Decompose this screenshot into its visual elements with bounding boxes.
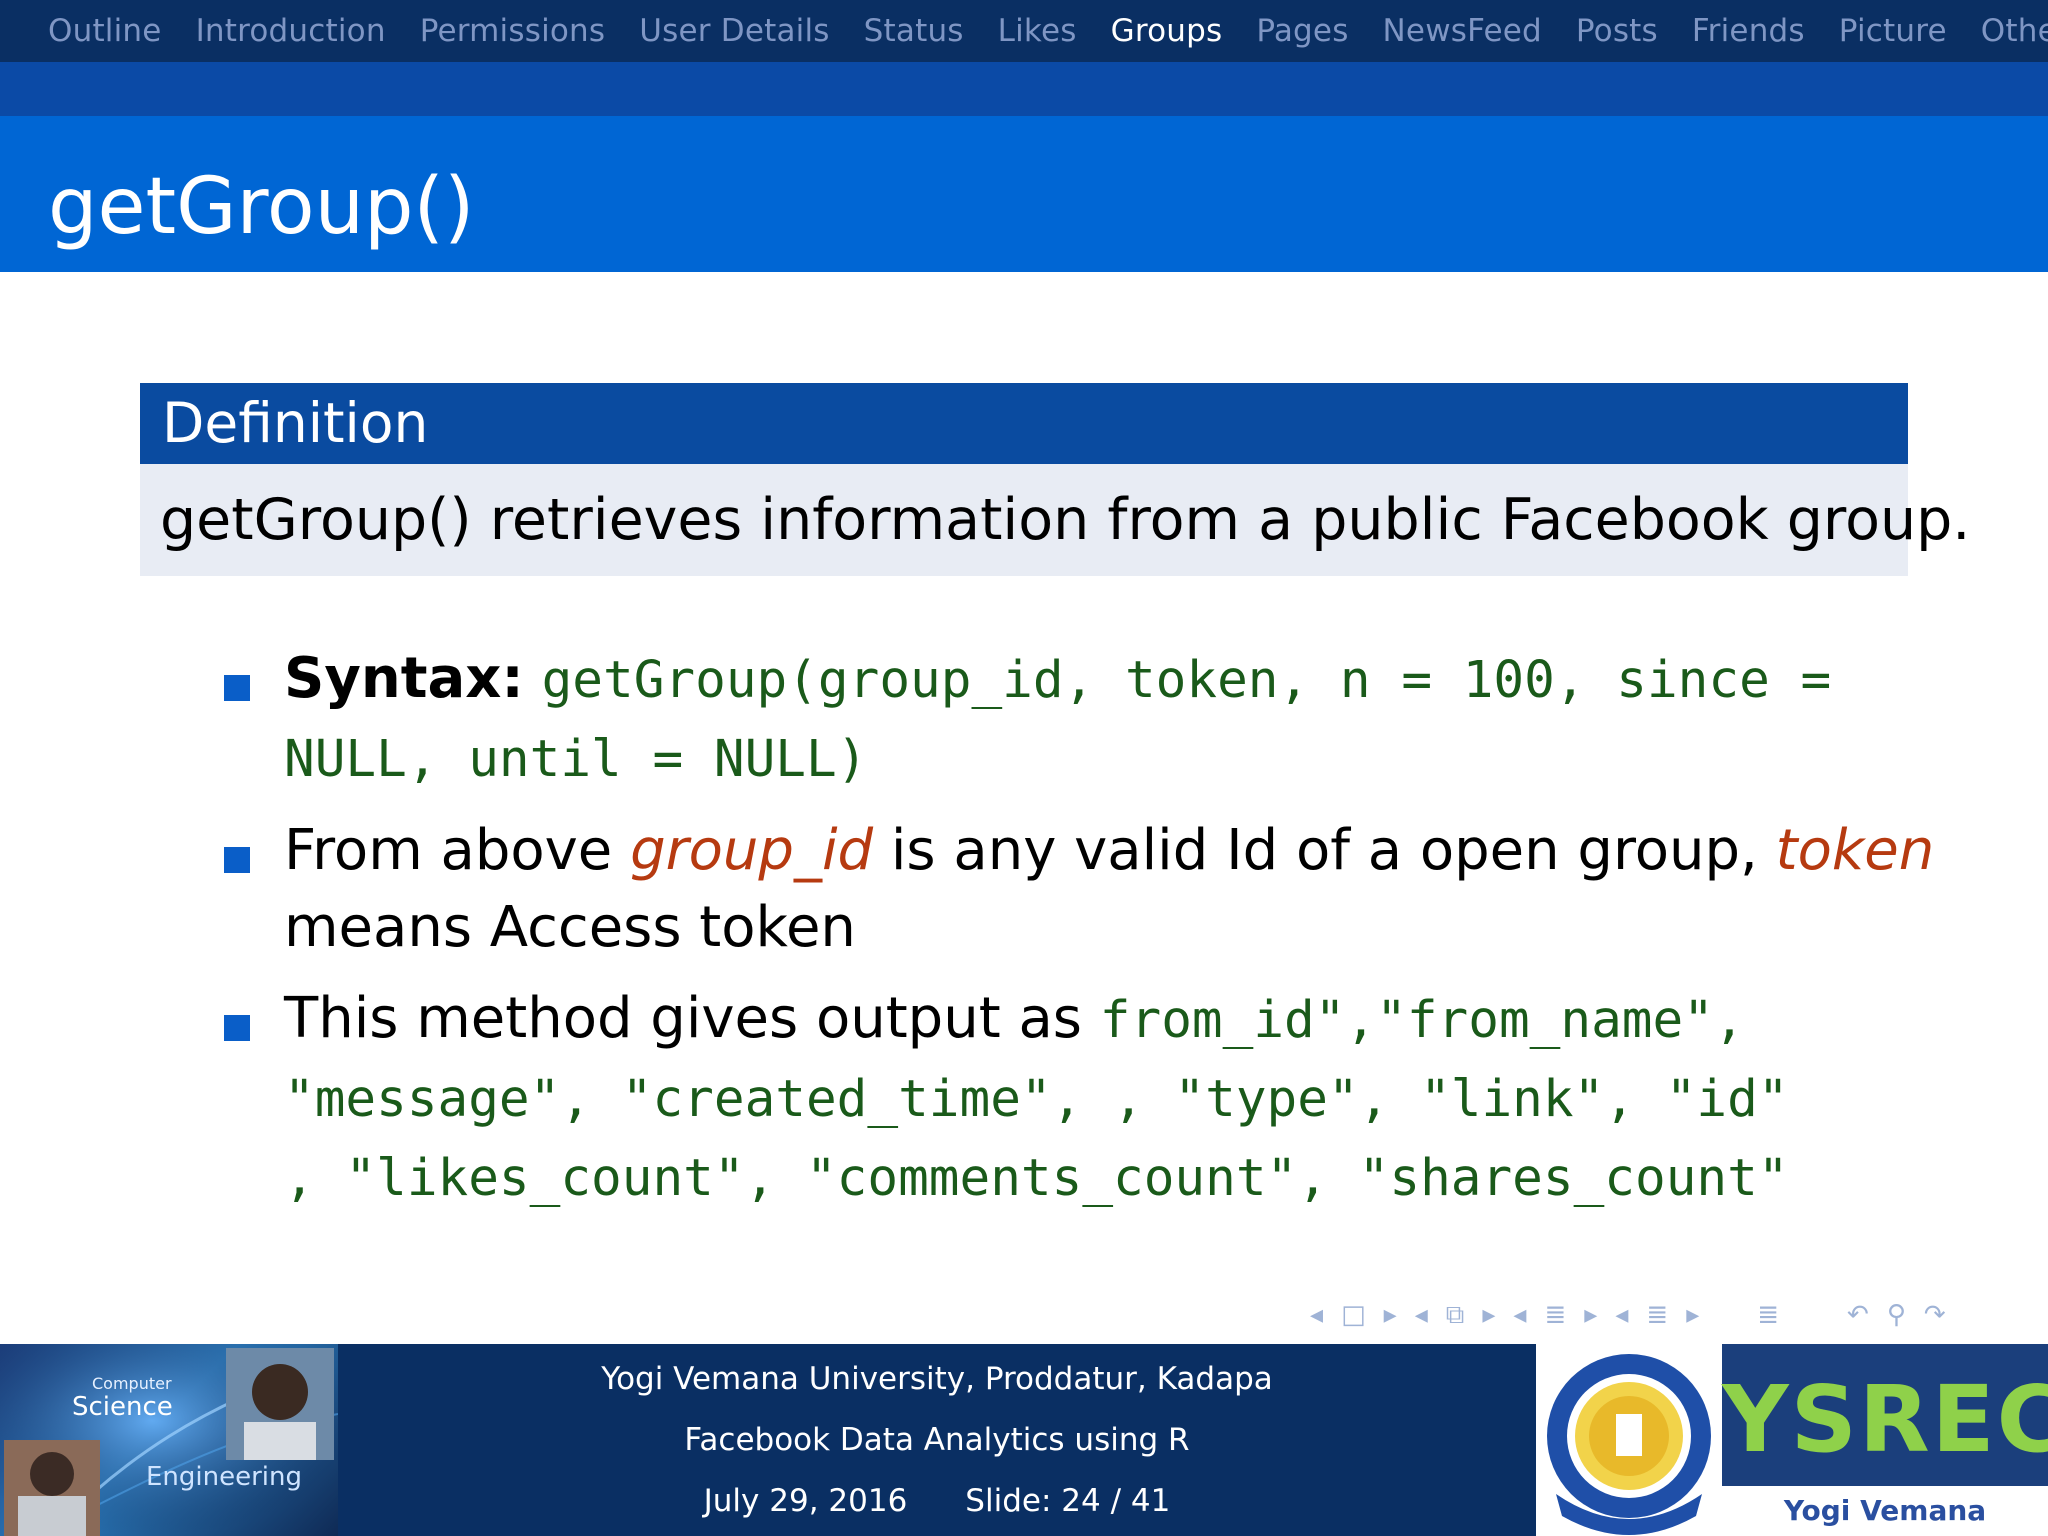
param-group-id: group_id bbox=[630, 818, 874, 883]
nav-item-introduction[interactable]: Introduction bbox=[196, 13, 386, 49]
banner-label-engineering: Engineering bbox=[146, 1462, 302, 1492]
syntax-code-line1: getGroup(group_id, token, n = 100, since… bbox=[541, 651, 1832, 710]
prev-section-icon[interactable]: ◂ bbox=[1513, 1300, 1526, 1330]
definition-title: Definition bbox=[140, 383, 1908, 464]
nav-item-status[interactable]: Status bbox=[864, 13, 964, 49]
section-navbar: Outline Introduction Permissions User De… bbox=[0, 0, 2048, 62]
brand-subtitle: Yogi Vemana University bbox=[1722, 1486, 2048, 1536]
definition-block: Definition getGroup() retrieves informat… bbox=[140, 383, 1970, 576]
bullet-line: , "likes_count", "comments_count", "shar… bbox=[284, 1138, 1904, 1217]
search-icon[interactable]: ⚲ bbox=[1887, 1300, 1906, 1330]
frame-title-bar: getGroup() bbox=[0, 116, 2048, 272]
output-fields-line1: from_id","from_name", bbox=[1099, 991, 1745, 1050]
nav-item-outline[interactable]: Outline bbox=[48, 13, 162, 49]
footer: Computer Science Engineering Yogi Vemana… bbox=[0, 1344, 2048, 1536]
slide-label: Slide: bbox=[965, 1482, 1052, 1519]
prev-subsection-icon[interactable]: ◂ bbox=[1415, 1300, 1428, 1330]
document-icon[interactable]: ≣ bbox=[1646, 1300, 1668, 1330]
bullet-parameters: From above group_id is any valid Id of a… bbox=[224, 812, 1934, 966]
output-fields-line2: "message", "created_time", , "type", "li… bbox=[284, 1070, 1789, 1129]
author-photo-banner: Computer Science Engineering bbox=[0, 1344, 338, 1536]
bullet-text: is any valid Id of a open group, bbox=[890, 818, 1758, 883]
prev-doc-icon[interactable]: ◂ bbox=[1615, 1300, 1628, 1330]
nav-item-others[interactable]: Others bbox=[1981, 13, 2048, 49]
footer-info: Yogi Vemana University, Proddatur, Kadap… bbox=[338, 1344, 1536, 1536]
output-fields-line3: , "likes_count", "comments_count", "shar… bbox=[284, 1149, 1789, 1208]
ysrec-logo: YSREC Yogi Vemana University bbox=[1722, 1344, 2048, 1536]
appendix-icon[interactable]: ≣ bbox=[1757, 1300, 1779, 1330]
prev-frame-icon[interactable]: ◂ bbox=[1310, 1300, 1323, 1330]
next-doc-icon[interactable]: ▸ bbox=[1686, 1300, 1699, 1330]
nav-item-groups[interactable]: Groups bbox=[1111, 13, 1223, 49]
bullet-text: This method gives output as bbox=[284, 986, 1082, 1051]
next-subsection-icon[interactable]: ▸ bbox=[1482, 1300, 1495, 1330]
nav-item-pages[interactable]: Pages bbox=[1256, 13, 1348, 49]
param-token: token bbox=[1775, 818, 1935, 883]
banner-label-computer: Computer bbox=[92, 1374, 172, 1393]
banner-graphic bbox=[0, 1344, 338, 1536]
footer-date-slide: July 29, 2016 Slide: 24 / 41 bbox=[704, 1471, 1171, 1532]
footer-university: Yogi Vemana University, Proddatur, Kadap… bbox=[601, 1360, 1273, 1397]
nav-item-picture[interactable]: Picture bbox=[1839, 13, 1947, 49]
bullet-line: NULL, until = NULL) bbox=[284, 719, 1904, 798]
bullet-text: means Access token bbox=[284, 895, 856, 960]
subsection-icon[interactable]: ⧉ bbox=[1446, 1300, 1465, 1331]
seal-graphic bbox=[1547, 1354, 1711, 1535]
bullet-square-icon bbox=[224, 1015, 250, 1041]
bullet-line: From above group_id is any valid Id of a… bbox=[284, 812, 1934, 889]
bullet-syntax: Syntax: getGroup(group_id, token, n = 10… bbox=[224, 640, 1904, 798]
frame-icon[interactable]: □ bbox=[1341, 1300, 1366, 1330]
nav-item-friends[interactable]: Friends bbox=[1692, 13, 1805, 49]
footer-talk-title: Facebook Data Analytics using R bbox=[684, 1421, 1190, 1458]
bullet-line: "message", "created_time", , "type", "li… bbox=[284, 1059, 1904, 1138]
syntax-code-line2: NULL, until = NULL) bbox=[284, 730, 868, 789]
slide-current: 24 bbox=[1061, 1482, 1101, 1519]
bullet-line: means Access token bbox=[284, 889, 1904, 966]
frame-title: getGroup() bbox=[48, 162, 475, 252]
university-seal-logo bbox=[1536, 1344, 1722, 1536]
definition-body: getGroup() retrieves information from a … bbox=[140, 464, 1970, 576]
beamer-navigation-symbols: ◂ □ ▸ ◂ ⧉ ▸ ◂ ≣ ▸ ◂ ≣ ▸ ≣ ↶ ⚲ ↷ bbox=[1310, 1297, 1964, 1333]
bullet-square-icon bbox=[224, 847, 250, 873]
brand-wordmark: YSREC bbox=[1722, 1366, 2048, 1473]
slide-separator: / bbox=[1110, 1482, 1122, 1519]
nav-item-newsfeed[interactable]: NewsFeed bbox=[1383, 13, 1542, 49]
next-frame-icon[interactable]: ▸ bbox=[1384, 1300, 1397, 1330]
nav-item-permissions[interactable]: Permissions bbox=[420, 13, 606, 49]
bullet-output: This method gives output as from_id","fr… bbox=[224, 980, 1904, 1217]
banner-label-science: Science bbox=[72, 1392, 173, 1422]
undo-icon[interactable]: ↶ bbox=[1847, 1300, 1869, 1330]
bullet-text: From above bbox=[284, 818, 613, 883]
bullet-line: This method gives output as from_id","fr… bbox=[284, 980, 1904, 1059]
bullet-list: Syntax: getGroup(group_id, token, n = 10… bbox=[224, 640, 1934, 1231]
bullet-line: Syntax: getGroup(group_id, token, n = 10… bbox=[284, 640, 1904, 719]
slide-total: 41 bbox=[1130, 1482, 1171, 1519]
subsection-bar bbox=[0, 62, 2048, 116]
syntax-label: Syntax: bbox=[284, 646, 524, 711]
redo-icon[interactable]: ↷ bbox=[1924, 1300, 1946, 1330]
bullet-square-icon bbox=[224, 675, 250, 701]
nav-item-user-details[interactable]: User Details bbox=[639, 13, 829, 49]
nav-item-posts[interactable]: Posts bbox=[1576, 13, 1658, 49]
section-icon[interactable]: ≣ bbox=[1544, 1300, 1566, 1330]
nav-item-likes[interactable]: Likes bbox=[998, 13, 1077, 49]
next-section-icon[interactable]: ▸ bbox=[1584, 1300, 1597, 1330]
footer-date: July 29, 2016 bbox=[703, 1482, 908, 1519]
